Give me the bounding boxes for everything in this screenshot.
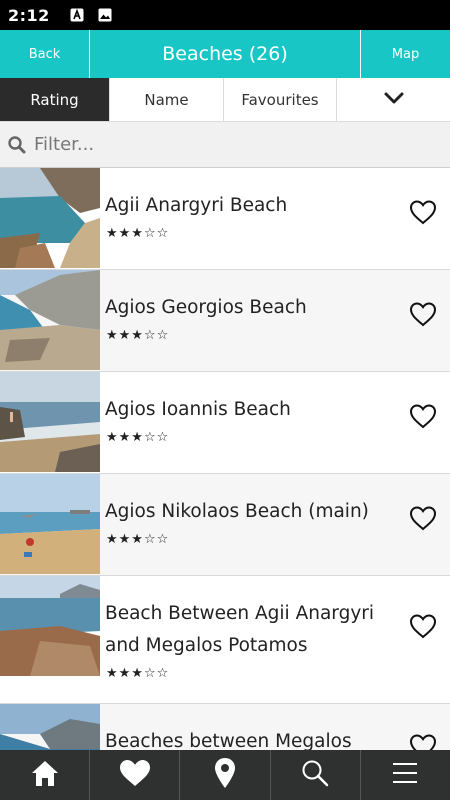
nav-home-button[interactable] (0, 750, 91, 800)
nav-search-button[interactable] (271, 750, 361, 800)
tab-favourites[interactable]: Favourites (224, 78, 337, 121)
image-notification-icon (98, 8, 112, 22)
heart-icon (118, 758, 152, 792)
favourite-heart-icon[interactable] (408, 198, 438, 226)
favourite-heart-icon[interactable] (408, 612, 438, 640)
menu-icon (391, 761, 419, 789)
map-button[interactable]: Map (360, 30, 450, 78)
list-item[interactable]: Beaches between Megalos ★★★☆☆ (0, 704, 450, 750)
list-item[interactable]: Agios Georgios Beach ★★★☆☆ (0, 270, 450, 372)
beach-thumbnail (0, 168, 100, 268)
beach-name: Agii Anargyri Beach (105, 195, 288, 216)
favourite-heart-icon[interactable] (408, 732, 438, 750)
beach-thumbnail (0, 576, 100, 676)
nav-menu-button[interactable] (361, 750, 450, 800)
tab-name[interactable]: Name (110, 78, 224, 121)
beach-thumbnail (0, 704, 100, 750)
nav-favourites-button[interactable] (90, 750, 181, 800)
search-icon (300, 758, 330, 792)
beach-thumbnail (0, 474, 100, 574)
beach-thumbnail (0, 270, 100, 370)
tab-rating[interactable]: Rating (0, 78, 110, 121)
list-item[interactable]: Agios Nikolaos Beach (main) ★★★☆☆ (0, 474, 450, 576)
back-button[interactable]: Back (0, 30, 90, 78)
favourite-heart-icon[interactable] (408, 402, 438, 430)
status-time: 2:12 (8, 5, 50, 25)
beach-name: Beaches between Megalos (105, 731, 352, 750)
notification-a-icon (70, 8, 84, 22)
beach-thumbnail (0, 372, 100, 472)
map-pin-icon (213, 757, 237, 793)
search-icon (0, 135, 34, 155)
app-header: Back Beaches (26) Map (0, 30, 450, 78)
beach-list: Agii Anargyri Beach ★★★☆☆ Agios Georgios… (0, 168, 450, 750)
list-item[interactable]: Agii Anargyri Beach ★★★☆☆ (0, 168, 450, 270)
list-item[interactable]: Agios Ioannis Beach ★★★☆☆ (0, 372, 450, 474)
favourite-heart-icon[interactable] (408, 504, 438, 532)
star-rating: ★★★☆☆ (106, 430, 170, 445)
more-options-button[interactable] (337, 78, 450, 121)
star-rating: ★★★☆☆ (106, 666, 170, 681)
list-item[interactable]: Beach Between Agii Anargyri and Megalos … (0, 576, 450, 704)
chevron-down-icon (383, 91, 405, 109)
star-rating: ★★★☆☆ (106, 226, 170, 241)
bottom-nav (0, 750, 450, 800)
filter-input[interactable] (34, 134, 434, 155)
favourite-heart-icon[interactable] (408, 300, 438, 328)
star-rating: ★★★☆☆ (106, 328, 170, 343)
nav-map-button[interactable] (180, 750, 271, 800)
star-rating: ★★★☆☆ (106, 532, 170, 547)
status-bar: 2:12 (0, 0, 450, 30)
filter-bar (0, 122, 450, 168)
sort-tabs: Rating Name Favourites (0, 78, 450, 122)
beach-name: Beach Between Agii Anargyri and Megalos … (105, 603, 375, 656)
page-title: Beaches (26) (162, 43, 288, 65)
beach-name: Agios Ioannis Beach (105, 399, 291, 420)
beach-name: Agios Georgios Beach (105, 297, 307, 318)
beach-name: Agios Nikolaos Beach (main) (105, 501, 369, 522)
home-icon (30, 758, 60, 792)
